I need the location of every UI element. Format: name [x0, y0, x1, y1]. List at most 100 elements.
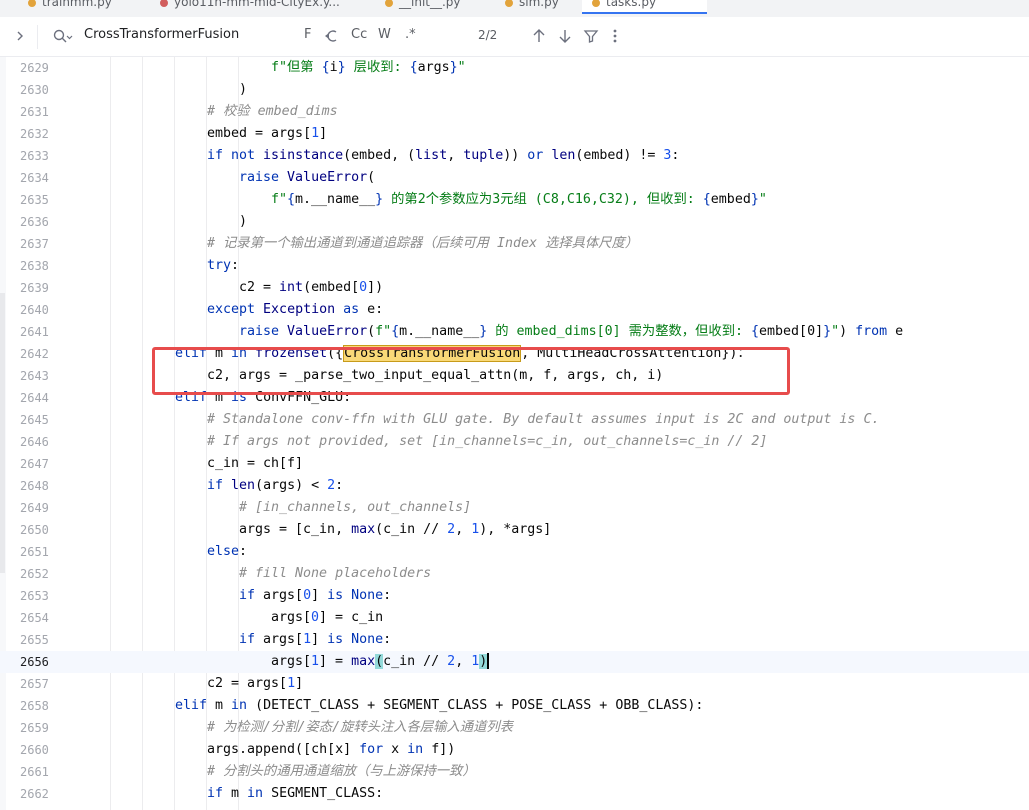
code-line[interactable]: 2656 args[1] = max(c_in // 2, 1) — [0, 651, 1029, 673]
expand-replace-chevron-icon[interactable] — [12, 27, 28, 45]
code-line[interactable]: 2635 f"{m.__name__} 的第2个参数应为3元组 (C8,C16,C… — [0, 189, 1029, 211]
code-line[interactable]: 2654 args[0] = c_in — [0, 607, 1029, 629]
code-token: args[ — [263, 588, 304, 603]
code-line[interactable]: 2657 c2 = args[1] — [0, 673, 1029, 695]
code-line[interactable]: 2645 # Standalone conv-ffn with GLU gate.… — [0, 409, 1029, 431]
code-token: max — [351, 522, 376, 537]
match-case-toggle[interactable]: Cc — [351, 27, 367, 42]
code-token: ] — [311, 632, 328, 647]
code-token: (embed[ — [303, 280, 360, 295]
code-token: is None — [327, 632, 384, 647]
code-token: (embed) != — [575, 148, 664, 163]
line-number: 2640 — [20, 303, 49, 317]
code-line[interactable]: 2632 embed = args[1] — [0, 123, 1029, 145]
code-text: try: — [207, 255, 239, 277]
file-tab[interactable]: sim.py — [495, 0, 585, 13]
code-token: args[ — [271, 654, 312, 669]
code-line[interactable]: 2651 else: — [0, 541, 1029, 563]
code-line[interactable]: 2630) — [0, 79, 1029, 101]
line-number: 2644 — [20, 391, 49, 405]
code-line[interactable]: 2649 # [in_channels, out_channels] — [0, 497, 1029, 519]
code-token: # 分割头的通用通道缩放（与上游保持一致） — [207, 764, 476, 779]
code-token: # Standalone conv-ffn with GLU gate. By … — [207, 412, 880, 427]
code-line[interactable]: 2629 f"但第 {i} 层收到: {args}" — [0, 57, 1029, 79]
code-line[interactable]: 2640 except Exception as e: — [0, 299, 1029, 321]
code-line[interactable]: 2638 try: — [0, 255, 1029, 277]
code-text: embed = args[1] — [207, 123, 327, 145]
code-token: : — [231, 258, 240, 273]
code-token: { — [409, 60, 418, 75]
code-token: (c_in // — [375, 522, 448, 537]
code-token: raise — [239, 170, 288, 185]
previous-occurrence-arrow-up-icon[interactable] — [531, 28, 547, 44]
code-line[interactable]: 2659 # 为检测/分割/姿态/旋转头注入各层输入通道列表 — [0, 717, 1029, 739]
code-token: } — [750, 192, 759, 207]
line-number: 2631 — [20, 105, 49, 119]
code-line[interactable]: 2636) — [0, 211, 1029, 233]
file-tab[interactable]: yolo11n-mm-mid-CityEx.y... — [150, 0, 360, 13]
code-line[interactable]: 2650 args = [c_in, max(c_in // 2, 1), *ar… — [0, 519, 1029, 541]
search-history-icon[interactable] — [52, 28, 73, 46]
python-file-icon — [28, 0, 36, 7]
next-occurrence-arrow-down-icon[interactable] — [557, 28, 573, 44]
code-token: 1 — [287, 676, 296, 691]
code-line[interactable]: 2633 if not isinstance(embed, (list, tupl… — [0, 145, 1029, 167]
code-line[interactable]: 2639 c2 = int(embed[0]) — [0, 277, 1029, 299]
python-file-icon — [160, 0, 168, 7]
line-number: 2647 — [20, 457, 49, 471]
filter-icon[interactable] — [583, 28, 599, 44]
code-text: c2 = int(embed[0]) — [239, 277, 383, 299]
code-line[interactable]: 2652 # fill None placeholders — [0, 563, 1029, 585]
replace-history-icon[interactable] — [322, 28, 340, 44]
regex-toggle[interactable]: .* — [405, 27, 416, 42]
code-token: , — [447, 148, 464, 163]
code-line[interactable]: 2641 raise ValueError(f"{m.__name__} 的 em… — [0, 321, 1029, 343]
code-token: m.__name__ — [295, 192, 376, 207]
code-token: c2 = — [239, 280, 280, 295]
code-line[interactable]: 2660 args.append([ch[x] for x in f]) — [0, 739, 1029, 761]
code-token: embed = args[ — [207, 126, 312, 141]
code-line[interactable]: 2631 # 校验 embed_dims — [0, 101, 1029, 123]
line-number: 2635 — [20, 193, 49, 207]
line-number: 2653 — [20, 589, 49, 603]
code-line[interactable]: 2634 raise ValueError( — [0, 167, 1029, 189]
search-input[interactable]: CrossTransformerFusion — [84, 27, 239, 42]
code-token: 1 — [311, 126, 320, 141]
code-token: # 校验 embed_dims — [207, 104, 338, 119]
file-tab[interactable]: __init__.py — [375, 0, 485, 13]
code-line[interactable]: 2661 # 分割头的通用通道缩放（与上游保持一致） — [0, 761, 1029, 783]
code-token: Exception — [263, 302, 344, 317]
code-line[interactable]: 2658 elif m in (DETECT_CLASS + SEGMENT_CL… — [0, 695, 1029, 717]
newline-toggle[interactable]: F — [304, 27, 311, 42]
highlight-annotation-box — [152, 347, 790, 395]
code-line[interactable]: 2637 # 记录第一个输出通道到通道追踪器（后续可用 Index 选择具体尺度） — [0, 233, 1029, 255]
line-number: 2659 — [20, 721, 49, 735]
file-tab[interactable]: trainmm.py — [18, 0, 138, 13]
code-line[interactable]: 2662 if m in SEGMENT_CLASS: — [0, 783, 1029, 805]
code-line[interactable]: 2655 if args[1] is None: — [0, 629, 1029, 651]
code-text: c_in = ch[f] — [207, 453, 303, 475]
code-editor[interactable]: 2629 f"但第 {i} 层收到: {args}" 2630) 2631 # 校验 e… — [0, 57, 1029, 810]
code-token: c_in // — [383, 654, 448, 669]
code-token: len — [231, 478, 256, 493]
code-text: # 记录第一个输出通道到通道追踪器（后续可用 Index 选择具体尺度） — [207, 233, 638, 255]
code-token: ] = — [319, 654, 352, 669]
code-text: # If args not provided, set [in_channels… — [207, 431, 767, 453]
code-token: , — [455, 654, 472, 669]
code-line[interactable]: 2648 if len(args) < 2: — [0, 475, 1029, 497]
code-text: f"{m.__name__} 的第2个参数应为3元组 (C8,C16,C32),… — [271, 189, 767, 211]
code-token: ) — [839, 324, 856, 339]
code-line[interactable]: 2653 if args[0] is None: — [0, 585, 1029, 607]
file-tab[interactable]: tasks.py — [582, 0, 707, 14]
line-number: 2650 — [20, 523, 49, 537]
whole-words-toggle[interactable]: W — [378, 27, 391, 42]
more-options-kebab-icon[interactable] — [611, 28, 619, 44]
code-token: ] — [295, 676, 304, 691]
code-line[interactable]: 2646 # If args not provided, set [in_chan… — [0, 431, 1029, 453]
code-token: 2 — [327, 478, 336, 493]
line-number: 2649 — [20, 501, 49, 515]
line-number: 2633 — [20, 149, 49, 163]
line-number: 2643 — [20, 369, 49, 383]
code-token: if not — [207, 148, 264, 163]
code-line[interactable]: 2647 c_in = ch[f] — [0, 453, 1029, 475]
